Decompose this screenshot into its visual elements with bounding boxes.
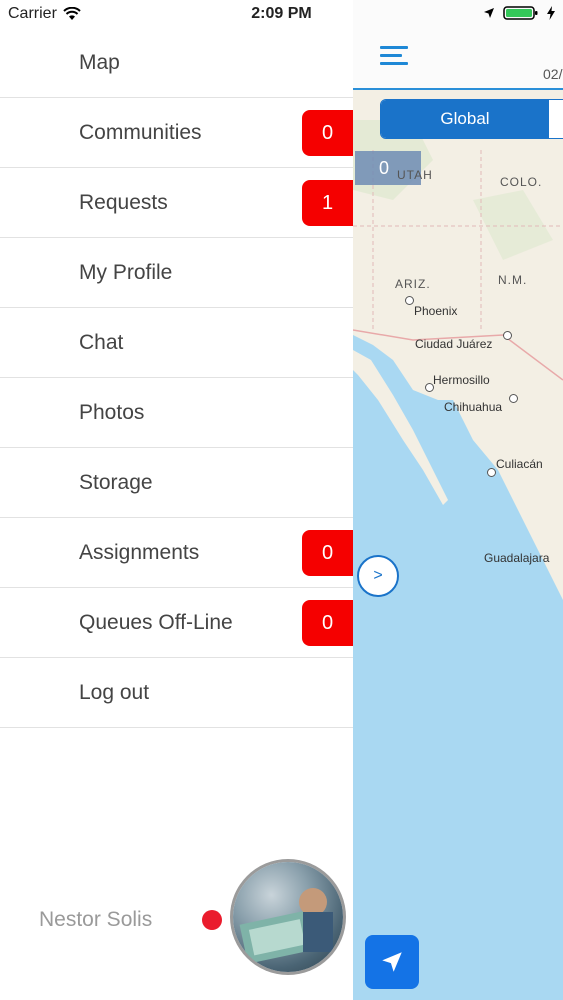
- city-label: Phoenix: [414, 304, 458, 318]
- scope-segmented-control[interactable]: Global: [380, 99, 563, 139]
- map-land: [353, 88, 563, 600]
- menu-item-map[interactable]: Map: [0, 28, 353, 98]
- side-drawer: Map Communities 0 Requests 1 My Profile …: [0, 0, 353, 1000]
- menu-item-photos[interactable]: Photos: [0, 378, 353, 448]
- map-view[interactable]: 02/ Global 0 UTAH COLO. ARIZ. N.M. Phoen…: [353, 0, 563, 1000]
- avatar-photo: [239, 888, 333, 964]
- locate-button[interactable]: [365, 935, 419, 989]
- drawer-menu: Map Communities 0 Requests 1 My Profile …: [0, 28, 353, 728]
- count-badge: 1: [302, 180, 353, 226]
- location-services-icon: [484, 8, 494, 18]
- count-badge: 0: [302, 530, 353, 576]
- status-time: 2:09 PM: [251, 5, 312, 22]
- city-label: Chihuahua: [444, 400, 503, 414]
- status-bar: Carrier 2:09 PM: [0, 0, 563, 30]
- menu-item-label: Communities: [79, 121, 202, 144]
- menu-item-label: Queues Off-Line: [79, 611, 233, 634]
- count-badge: 0: [302, 110, 353, 156]
- menu-item-label: Requests: [79, 191, 168, 214]
- menu-item-my-profile[interactable]: My Profile: [0, 238, 353, 308]
- menu-icon[interactable]: [380, 46, 408, 66]
- menu-item-storage[interactable]: Storage: [0, 448, 353, 518]
- city-label: Guadalajara: [484, 551, 550, 565]
- status-dot: [202, 910, 222, 930]
- battery-icon: [503, 6, 538, 20]
- charging-icon: [547, 6, 555, 20]
- drawer-toggle-button[interactable]: >: [357, 555, 399, 597]
- location-arrow-icon: [382, 952, 402, 972]
- city-marker: [487, 468, 496, 477]
- region-label: COLO.: [500, 175, 543, 189]
- menu-item-label: Log out: [79, 681, 150, 704]
- city-marker: [405, 296, 414, 305]
- menu-item-log-out[interactable]: Log out: [0, 658, 353, 728]
- header-date: 02/: [543, 66, 563, 82]
- menu-item-label: Photos: [79, 401, 145, 424]
- menu-item-label: Assignments: [79, 541, 200, 564]
- segment-global[interactable]: Global: [381, 100, 549, 138]
- menu-item-label: Storage: [79, 471, 153, 494]
- city-label: Hermosillo: [433, 373, 490, 387]
- region-label: UTAH: [397, 168, 433, 182]
- menu-item-label: My Profile: [79, 261, 173, 284]
- status-right: [483, 5, 555, 21]
- city-label: Culiacán: [496, 457, 543, 471]
- region-label: ARIZ.: [395, 277, 431, 291]
- menu-item-assignments[interactable]: Assignments 0: [0, 518, 353, 588]
- menu-item-label: Chat: [79, 331, 124, 354]
- city-marker: [503, 331, 512, 340]
- menu-item-queues-offline[interactable]: Queues Off-Line 0: [0, 588, 353, 658]
- city-label: Ciudad Juárez: [415, 337, 493, 351]
- avatar[interactable]: [233, 862, 343, 972]
- region-label: N.M.: [498, 273, 528, 287]
- city-marker: [509, 394, 518, 403]
- menu-item-chat[interactable]: Chat: [0, 308, 353, 378]
- user-name: Nestor Solis: [39, 908, 153, 931]
- menu-item-communities[interactable]: Communities 0: [0, 98, 353, 168]
- menu-item-label: Map: [79, 51, 120, 74]
- count-badge: 0: [302, 600, 353, 646]
- menu-item-requests[interactable]: Requests 1: [0, 168, 353, 238]
